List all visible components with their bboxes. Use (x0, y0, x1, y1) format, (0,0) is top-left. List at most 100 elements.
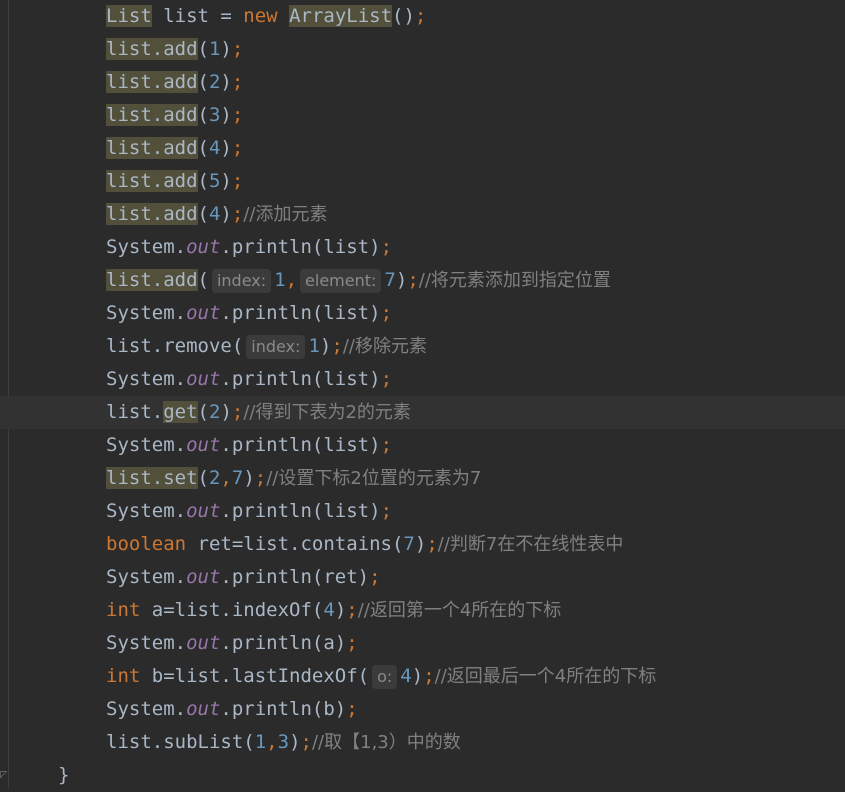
code-token: ) (289, 731, 301, 753)
code-text: System.out.println(list); (106, 363, 392, 396)
code-token: ) (220, 71, 232, 93)
code-token: 4 (208, 203, 221, 225)
code-token: out (186, 302, 221, 324)
code-text: System.out.println(list); (106, 297, 392, 330)
code-token: .println(list) (220, 302, 381, 324)
code-token: ArrayList (289, 5, 393, 27)
code-token: ; (231, 38, 244, 60)
code-token: 3 (277, 731, 290, 753)
code-token: ; (414, 5, 427, 27)
code-line[interactable]: System.out.println(ret); (0, 561, 845, 594)
code-line[interactable]: list.add(2); (0, 66, 845, 99)
code-token: int (106, 599, 141, 621)
code-line[interactable]: } (0, 759, 845, 792)
code-text: } (58, 759, 69, 792)
code-comment: //返回第一个4所在的下标 (357, 600, 562, 621)
code-token: list.add (106, 137, 198, 159)
code-line[interactable]: list.remove(index: 1);//移除元素 (0, 330, 845, 363)
code-line[interactable]: int a=list.indexOf(4);//返回第一个4所在的下标 (0, 594, 845, 627)
code-token: .println(list) (220, 500, 381, 522)
code-token: list.add (106, 71, 198, 93)
code-token: () (392, 5, 415, 27)
code-text: list.add(4); (106, 132, 243, 165)
code-text: list.get(2);//得到下表为2的元素 (106, 396, 411, 429)
code-token: 4 (323, 599, 335, 621)
code-token: ( (197, 71, 209, 93)
code-token: } (58, 764, 70, 786)
code-token: ) (220, 170, 232, 192)
code-token: ; (254, 467, 267, 489)
code-line[interactable]: list.get(2);//得到下表为2的元素 (0, 396, 845, 429)
code-text: list.set(2,7);//设置下标2位置的元素为7 (106, 462, 481, 495)
code-line[interactable]: List list = new ArrayList(); (0, 0, 845, 33)
code-token: ; (346, 632, 358, 654)
code-line[interactable]: System.out.println(list); (0, 495, 845, 528)
code-token: List (106, 5, 152, 27)
code-text: int a=list.indexOf(4);//返回第一个4所在的下标 (106, 594, 561, 627)
code-text: list.subList(1,3);//取【1,3）中的数 (106, 726, 461, 759)
code-line[interactable]: list.add(3); (0, 99, 845, 132)
code-token: list.add (106, 104, 198, 126)
code-token: 2 (208, 401, 221, 423)
code-token: ( (197, 401, 209, 423)
code-token: list = (151, 5, 244, 27)
code-token: ; (231, 71, 244, 93)
code-token: 7 (384, 269, 396, 291)
code-token: boolean (106, 533, 187, 555)
code-token: ( (197, 269, 209, 291)
code-token: list.add (106, 269, 198, 291)
code-comment: //取【1,3）中的数 (311, 732, 461, 753)
code-line[interactable]: System.out.println(a); (0, 627, 845, 660)
code-token: ; (231, 104, 244, 126)
code-line[interactable]: list.add(4); (0, 132, 845, 165)
code-text: System.out.println(b); (106, 693, 358, 726)
code-line[interactable]: int b=list.lastIndexOf(o: 4);//返回最后一个4所在的… (0, 660, 845, 693)
code-comment: //得到下表为2的元素 (243, 402, 411, 423)
code-line[interactable]: list.add(index: 1, element: 7);//将元素添加到指定位置 (0, 264, 845, 297)
code-comment: //设置下标2位置的元素为7 (266, 468, 482, 489)
code-line[interactable]: list.add(1); (0, 33, 845, 66)
code-line[interactable]: list.add(5); (0, 165, 845, 198)
code-token: ) (395, 269, 408, 291)
code-token: , (220, 467, 232, 489)
code-token: list.remove( (106, 335, 244, 357)
code-line[interactable]: System.out.println(list); (0, 363, 845, 396)
code-token: ) (414, 533, 427, 555)
code-token: out (186, 434, 221, 456)
code-token: list. (106, 401, 164, 423)
code-line[interactable]: boolean ret=list.contains(7);//判断7在不在线性表… (0, 528, 845, 561)
code-editor[interactable]: List list = new ArrayList(); list.add(1);… (0, 0, 845, 788)
code-line[interactable]: System.out.println(list); (0, 429, 845, 462)
code-text: System.out.println(list); (106, 429, 392, 462)
code-token: ; (426, 533, 438, 555)
code-comment: //移除元素 (342, 336, 427, 357)
code-token: 1 (274, 269, 286, 291)
code-token: ; (231, 203, 244, 225)
code-line[interactable]: System.out.println(list); (0, 231, 845, 264)
code-token: System. (106, 698, 187, 720)
code-line[interactable]: list.subList(1,3);//取【1,3）中的数 (0, 726, 845, 759)
code-token: 7 (231, 467, 244, 489)
code-token: ( (197, 137, 209, 159)
code-text: List list = new ArrayList(); (106, 0, 426, 33)
code-text: list.add(3); (106, 99, 243, 132)
code-line[interactable]: list.add(4);//添加元素 (0, 198, 845, 231)
code-token: ; (380, 302, 393, 324)
code-token: System. (106, 302, 187, 324)
code-text: list.add(4);//添加元素 (106, 198, 327, 231)
code-token: ; (369, 566, 381, 588)
code-token: int (106, 665, 141, 687)
code-text: list.add(index: 1, element: 7);//将元素添加到指定位置 (106, 264, 611, 297)
code-token: 1 (308, 335, 320, 357)
code-token: ; (331, 335, 343, 357)
code-token: .println(ret) (220, 566, 370, 588)
code-comment: //判断7在不在线性表中 (437, 534, 624, 555)
parameter-hint: element: (300, 269, 382, 293)
code-line[interactable]: System.out.println(b); (0, 693, 845, 726)
code-token: ; (346, 599, 358, 621)
code-line[interactable]: System.out.println(list); (0, 297, 845, 330)
code-token: ( (197, 203, 209, 225)
code-token: System. (106, 566, 187, 588)
code-token: ) (220, 104, 232, 126)
code-line[interactable]: list.set(2,7);//设置下标2位置的元素为7 (0, 462, 845, 495)
